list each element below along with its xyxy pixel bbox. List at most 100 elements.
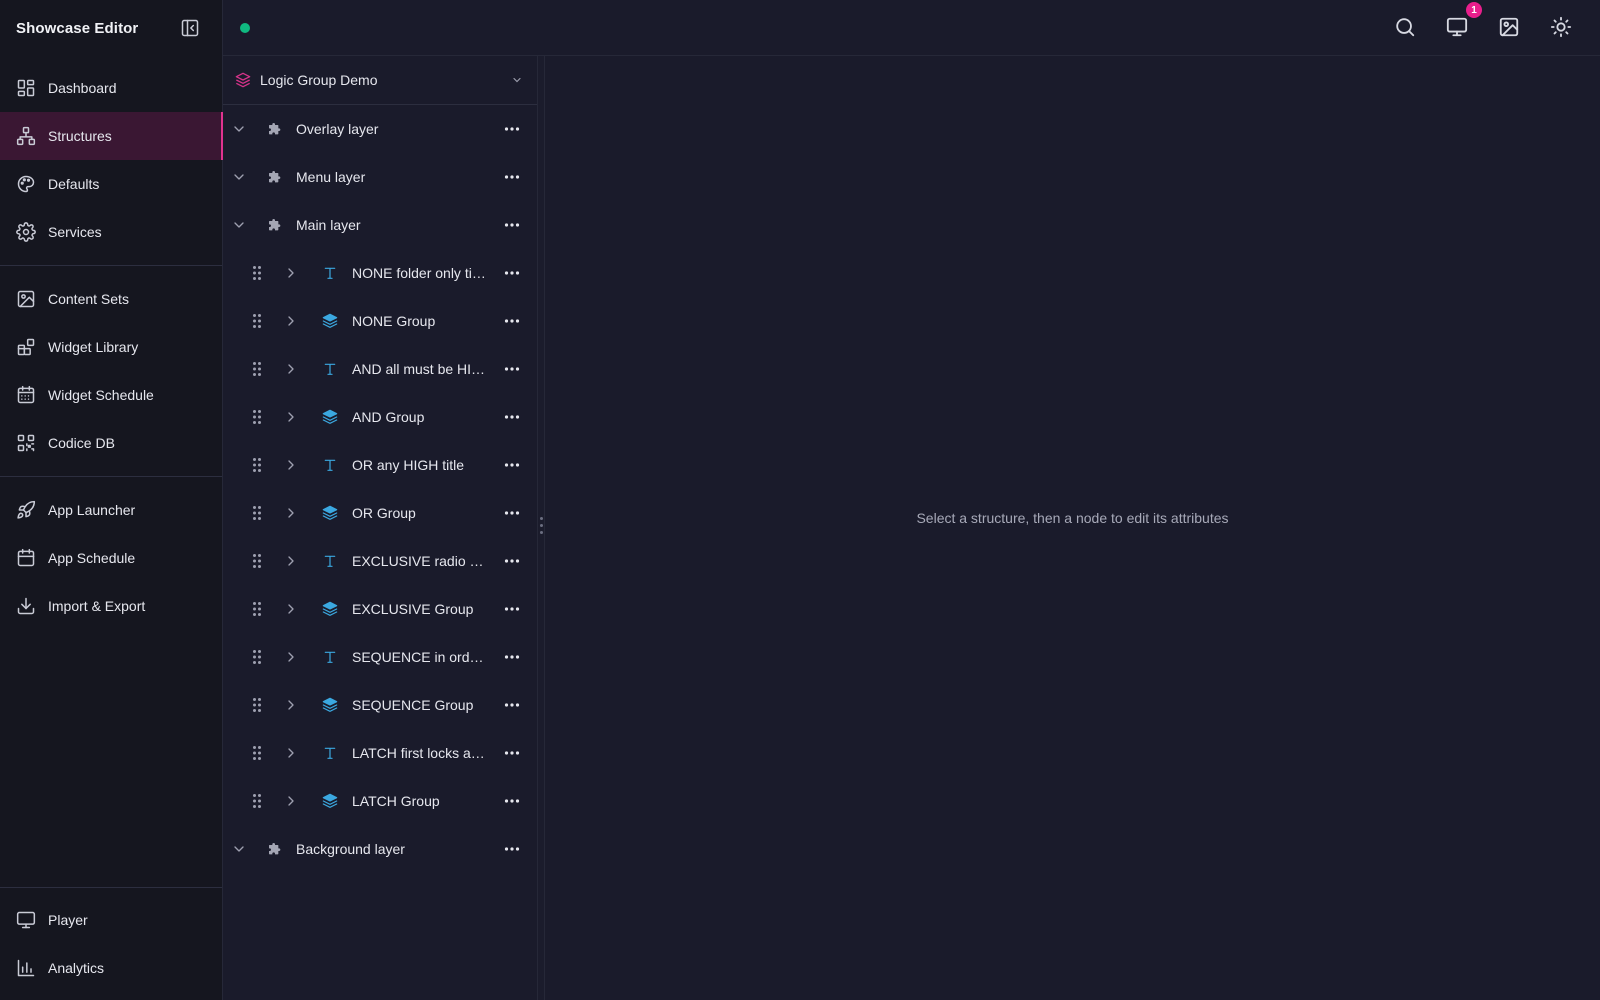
chevron-right-icon[interactable] [283, 409, 299, 425]
more-options-icon[interactable] [504, 314, 520, 328]
tree-node-row[interactable]: AND all must be HI… [223, 345, 543, 393]
chevron-right-icon[interactable] [283, 313, 299, 329]
tree-node-row[interactable]: EXCLUSIVE radio … [223, 537, 543, 585]
drag-handle-icon[interactable] [252, 457, 262, 473]
palette-icon [16, 174, 36, 194]
dashboard-icon [16, 78, 36, 98]
more-options-icon[interactable] [504, 650, 520, 664]
sidebar-item-content-sets[interactable]: Content Sets [0, 275, 222, 323]
tree-node-row[interactable]: SEQUENCE in ord… [223, 633, 543, 681]
chevron-down-icon [511, 74, 523, 86]
tree-node-row[interactable]: SEQUENCE Group [223, 681, 543, 729]
layer-row[interactable]: Overlay layer [223, 105, 543, 153]
drag-handle-icon[interactable] [252, 601, 262, 617]
chevron-right-icon[interactable] [283, 457, 299, 473]
layer-row[interactable]: Main layer [223, 201, 543, 249]
sidebar-item-analytics[interactable]: Analytics [0, 944, 222, 992]
drag-handle-icon[interactable] [252, 409, 262, 425]
sidebar-item-label: App Launcher [48, 502, 136, 518]
sidebar-item-app-launcher[interactable]: App Launcher [0, 486, 222, 534]
sidebar-item-widget-schedule[interactable]: Widget Schedule [0, 371, 222, 419]
display-preview-icon[interactable]: 1 [1446, 2, 1482, 38]
more-options-icon[interactable] [504, 122, 520, 136]
tree-node-row[interactable]: OR any HIGH title [223, 441, 543, 489]
gear-icon [16, 222, 36, 242]
chevron-down-icon[interactable] [231, 841, 247, 857]
sidebar-item-app-schedule[interactable]: App Schedule [0, 534, 222, 582]
drag-handle-icon[interactable] [252, 505, 262, 521]
node-label: NONE Group [352, 313, 436, 329]
drag-handle-icon[interactable] [252, 553, 262, 569]
media-icon[interactable] [1498, 16, 1520, 38]
layer-row[interactable]: Background layer [223, 825, 543, 873]
text-type-icon [322, 745, 338, 761]
group-stack-icon [322, 601, 338, 617]
more-options-icon[interactable] [504, 698, 520, 712]
theme-toggle-sun-icon[interactable] [1550, 16, 1572, 38]
more-options-icon[interactable] [504, 794, 520, 808]
sidebar-item-label: Structures [48, 128, 112, 144]
sidebar-item-player[interactable]: Player [0, 896, 222, 944]
tree-node-row[interactable]: EXCLUSIVE Group [223, 585, 543, 633]
more-options-icon[interactable] [504, 602, 520, 616]
layers-icon [235, 72, 251, 88]
panel-resize-handle[interactable] [537, 56, 545, 1000]
tree-node-row[interactable]: LATCH first locks a… [223, 729, 543, 777]
chevron-right-icon[interactable] [283, 553, 299, 569]
chevron-down-icon[interactable] [231, 121, 247, 137]
drag-handle-icon[interactable] [252, 265, 262, 281]
sidebar-item-label: App Schedule [48, 550, 136, 566]
chevron-down-icon[interactable] [231, 169, 247, 185]
sidebar-item-dashboard[interactable]: Dashboard [0, 64, 222, 112]
more-options-icon[interactable] [504, 266, 520, 280]
chevron-right-icon[interactable] [283, 505, 299, 521]
more-options-icon[interactable] [504, 218, 520, 232]
drag-handle-icon[interactable] [252, 313, 262, 329]
sidebar-item-import-and-export[interactable]: Import & Export [0, 582, 222, 630]
more-options-icon[interactable] [504, 170, 520, 184]
text-type-icon [322, 553, 338, 569]
sidebar-item-widget-library[interactable]: Widget Library [0, 323, 222, 371]
tree-node-row[interactable]: NONE folder only title [223, 249, 543, 297]
tree-node-row[interactable]: NONE Group [223, 297, 543, 345]
more-options-icon[interactable] [504, 362, 520, 376]
chevron-right-icon[interactable] [283, 697, 299, 713]
structures-icon [16, 126, 36, 146]
puzzle-icon [267, 169, 283, 185]
layer-label: Overlay layer [296, 121, 379, 137]
node-label: OR Group [352, 505, 416, 521]
collapse-sidebar-icon[interactable] [180, 18, 200, 38]
sidebar-item-label: Content Sets [48, 291, 129, 307]
drag-handle-icon[interactable] [252, 745, 262, 761]
chevron-right-icon[interactable] [283, 265, 299, 281]
sidebar-item-codice-db[interactable]: Codice DB [0, 419, 222, 467]
more-options-icon[interactable] [504, 506, 520, 520]
chevron-right-icon[interactable] [283, 649, 299, 665]
sidebar-item-structures[interactable]: Structures [0, 112, 223, 160]
tree-node-row[interactable]: OR Group [223, 489, 543, 537]
tree-node-row[interactable]: AND Group [223, 393, 543, 441]
drag-handle-icon[interactable] [252, 649, 262, 665]
more-options-icon[interactable] [504, 746, 520, 760]
node-label: EXCLUSIVE Group [352, 601, 474, 617]
structure-selector[interactable]: Logic Group Demo [223, 56, 543, 105]
chevron-right-icon[interactable] [283, 745, 299, 761]
drag-handle-icon[interactable] [252, 697, 262, 713]
chevron-right-icon[interactable] [283, 361, 299, 377]
more-options-icon[interactable] [504, 554, 520, 568]
more-options-icon[interactable] [504, 842, 520, 856]
more-options-icon[interactable] [504, 458, 520, 472]
tree-node-row[interactable]: LATCH Group [223, 777, 543, 825]
layer-row[interactable]: Menu layer [223, 153, 543, 201]
chevron-down-icon[interactable] [231, 217, 247, 233]
more-options-icon[interactable] [504, 410, 520, 424]
node-label: AND Group [352, 409, 425, 425]
drag-handle-icon[interactable] [252, 361, 262, 377]
drag-handle-icon[interactable] [252, 793, 262, 809]
search-icon[interactable] [1394, 16, 1416, 38]
sidebar-item-services[interactable]: Services [0, 208, 222, 256]
chevron-right-icon[interactable] [283, 793, 299, 809]
chevron-right-icon[interactable] [283, 601, 299, 617]
sidebar-item-defaults[interactable]: Defaults [0, 160, 222, 208]
empty-state-message: Select a structure, then a node to edit … [916, 510, 1229, 526]
